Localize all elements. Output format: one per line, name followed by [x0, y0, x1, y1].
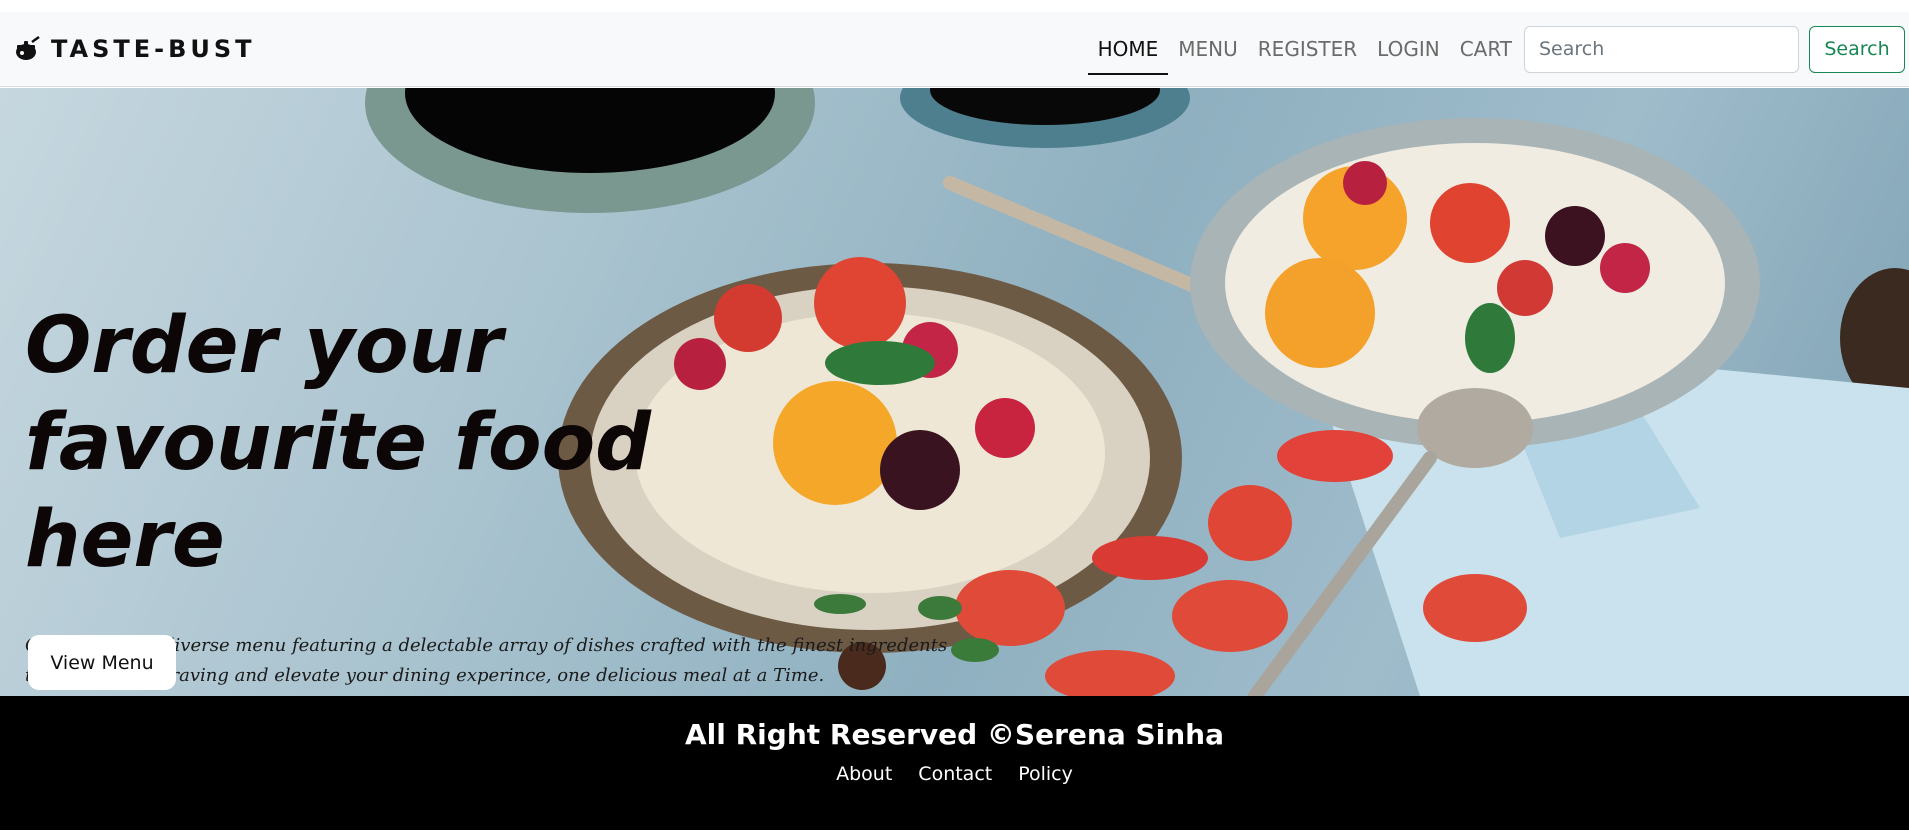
footer-link-policy[interactable]: Policy — [1018, 763, 1073, 785]
nav-link-register[interactable]: REGISTER — [1248, 12, 1367, 86]
hero-content: Order your favourite food here Choose fr… — [25, 298, 955, 691]
nav-link-menu[interactable]: MENU — [1168, 12, 1248, 86]
navbar: TASTE-BUST HOME MENU REGISTER LOGIN CART… — [0, 12, 1909, 87]
brand[interactable]: TASTE-BUST — [14, 12, 256, 86]
nav-link-login[interactable]: LOGIN — [1367, 12, 1450, 86]
footer-link-about[interactable]: About — [836, 763, 892, 785]
view-menu-button[interactable]: View Menu — [28, 635, 176, 690]
nav-link-home[interactable]: HOME — [1087, 12, 1169, 86]
hero-title: Order your favourite food here — [25, 301, 652, 585]
cooking-pot-icon — [16, 36, 40, 60]
brand-name: TASTE-BUST — [51, 35, 256, 63]
hero-section: Order your favourite food here Choose fr… — [0, 88, 1909, 696]
copyright-text: All Right Reserved ©Serena Sinha — [685, 718, 1224, 751]
search-button[interactable]: Search — [1809, 25, 1905, 73]
search-input[interactable] — [1524, 25, 1799, 73]
footer-link-contact[interactable]: Contact — [918, 763, 992, 785]
footer: All Right Reserved ©Serena Sinha About C… — [0, 696, 1909, 830]
footer-links: About Contact Policy — [0, 763, 1909, 785]
nav-link-cart[interactable]: CART — [1450, 12, 1522, 86]
nav-links: HOME MENU REGISTER LOGIN CART — [1087, 12, 1522, 86]
